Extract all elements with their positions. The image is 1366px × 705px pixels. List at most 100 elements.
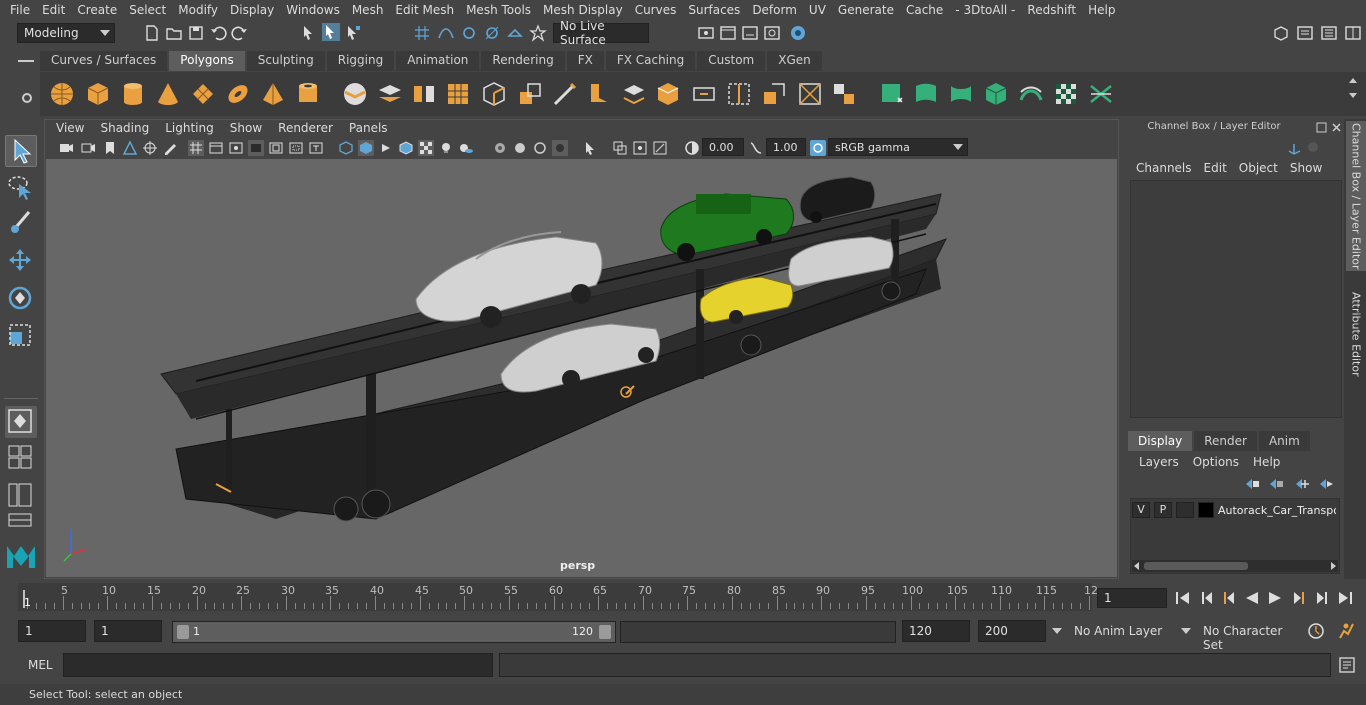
shelf-settings-gear-icon[interactable] xyxy=(20,91,34,105)
exposure-icon[interactable] xyxy=(684,140,700,156)
move-layer-up-icon[interactable] xyxy=(1244,477,1260,491)
menu-edit[interactable]: Edit xyxy=(36,3,71,17)
shelf-tab-curves-surfaces[interactable]: Curves / Surfaces xyxy=(40,51,168,71)
menu-mesh-display[interactable]: Mesh Display xyxy=(537,3,629,17)
play-backwards-icon[interactable] xyxy=(1243,589,1261,607)
poly-cone-icon[interactable] xyxy=(154,80,182,108)
append-polygon-icon[interactable] xyxy=(690,80,718,108)
poly-plane-icon[interactable] xyxy=(189,80,217,108)
bevel-icon[interactable] xyxy=(585,80,613,108)
command-language-label[interactable]: MEL xyxy=(28,658,53,672)
uv-sew-icon[interactable] xyxy=(1087,80,1115,108)
single-perspective-view-button[interactable] xyxy=(5,406,37,438)
collapse-icon[interactable] xyxy=(830,80,858,108)
merge-icon[interactable] xyxy=(760,80,788,108)
snap-grid-icon[interactable] xyxy=(413,24,431,42)
menu-deform[interactable]: Deform xyxy=(746,3,803,17)
live-surface-field[interactable]: No Live Surface xyxy=(553,19,649,47)
outliner-layout-button[interactable] xyxy=(5,480,37,512)
shelf-tab-custom[interactable]: Custom xyxy=(697,51,766,71)
select-hierarchy-icon[interactable] xyxy=(300,24,318,42)
safe-action-icon[interactable] xyxy=(288,140,304,156)
xray-icon[interactable] xyxy=(612,140,628,156)
snap-point-icon[interactable] xyxy=(460,24,478,42)
snap-view-icon[interactable] xyxy=(483,24,501,42)
2d-pan-zoom-icon[interactable] xyxy=(142,140,158,156)
safe-title-icon[interactable] xyxy=(308,140,324,156)
ambient-occlusion-icon[interactable] xyxy=(492,140,508,156)
play-forwards-icon[interactable] xyxy=(1266,589,1284,607)
grease-pencil-icon[interactable] xyxy=(162,140,178,156)
layer-name[interactable]: Autorack_Car_Transpo xyxy=(1218,504,1336,517)
grid-toggle-icon[interactable] xyxy=(188,140,204,156)
layer-tab-display[interactable]: Display xyxy=(1128,431,1193,451)
channel-box-menu-edit[interactable]: Edit xyxy=(1198,161,1233,175)
smooth-icon[interactable] xyxy=(444,80,472,108)
bookmark-icon[interactable] xyxy=(102,140,118,156)
menu-help[interactable]: Help xyxy=(1082,3,1121,17)
color-management-icon[interactable] xyxy=(810,140,826,156)
menu-windows[interactable]: Windows xyxy=(280,3,346,17)
menu-curves[interactable]: Curves xyxy=(629,3,683,17)
shelf-menu-icon[interactable] xyxy=(18,55,34,69)
uv-planar-icon[interactable] xyxy=(878,80,906,108)
workspace-icon[interactable] xyxy=(1272,24,1290,42)
anim-layer-arrow-icon[interactable] xyxy=(1052,628,1062,634)
snap-surface-icon[interactable] xyxy=(506,24,524,42)
menu-surfaces[interactable]: Surfaces xyxy=(682,3,746,17)
snap-curve-icon[interactable] xyxy=(437,24,455,42)
menu-edit-mesh[interactable]: Edit Mesh xyxy=(389,3,460,17)
multi-cut-icon[interactable] xyxy=(551,80,579,108)
new-scene-icon[interactable] xyxy=(143,24,161,42)
layer-menu-help[interactable]: Help xyxy=(1246,455,1287,469)
menu-cache[interactable]: Cache xyxy=(900,3,949,17)
separate-icon[interactable] xyxy=(376,80,404,108)
four-view-button[interactable] xyxy=(5,442,37,474)
layer-color-swatch[interactable] xyxy=(1198,502,1214,518)
step-back-key-icon[interactable] xyxy=(1220,589,1238,607)
shelf-tab-sculpting[interactable]: Sculpting xyxy=(246,51,325,71)
open-scene-icon[interactable] xyxy=(165,24,183,42)
attribute-editor-side-tab[interactable]: Attribute Editor xyxy=(1346,284,1366,384)
isolate-select-icon[interactable] xyxy=(582,140,598,156)
menu-mesh[interactable]: Mesh xyxy=(346,3,390,17)
image-plane-icon[interactable] xyxy=(122,140,138,156)
wireframe-icon[interactable] xyxy=(338,140,354,156)
char-set-arrow-icon[interactable] xyxy=(1181,628,1191,634)
display-layer-row[interactable]: V P Autorack_Car_Transpo xyxy=(1132,501,1338,519)
shelf-tab-animation[interactable]: Animation xyxy=(396,51,480,71)
range-slider[interactable]: 1 120 xyxy=(172,621,616,643)
range-end-handle[interactable] xyxy=(599,625,611,639)
save-scene-icon[interactable] xyxy=(187,24,205,42)
uv-unfold-icon[interactable] xyxy=(1017,80,1045,108)
animation-end-field[interactable]: 200 xyxy=(978,620,1046,642)
depth-of-field-icon[interactable] xyxy=(552,140,568,156)
rotate-tool-button[interactable] xyxy=(5,283,37,315)
anim-layer-dropdown[interactable]: No Anim Layer xyxy=(1070,622,1180,642)
channel-box-side-tab[interactable]: Channel Box / Layer Editor xyxy=(1346,121,1366,271)
step-back-frame-icon[interactable] xyxy=(1198,589,1216,607)
menu-3dtoall[interactable]: - 3DtoAll - xyxy=(949,3,1021,17)
resolution-gate-icon[interactable] xyxy=(228,140,244,156)
view-transform-dropdown[interactable]: sRGB gamma xyxy=(828,138,968,156)
render-settings-icon[interactable] xyxy=(763,24,781,42)
shelf-tab-rendering[interactable]: Rendering xyxy=(481,51,565,71)
menu-modify[interactable]: Modify xyxy=(172,3,224,17)
viewport-menu-view[interactable]: View xyxy=(48,121,92,137)
axis-orient-icon[interactable] xyxy=(1286,140,1302,156)
layer-tab-render[interactable]: Render xyxy=(1194,431,1257,451)
shelf-tab-fx[interactable]: FX xyxy=(566,51,604,71)
gamma-icon[interactable] xyxy=(748,140,764,156)
insert-edge-loop-icon[interactable] xyxy=(725,80,753,108)
channel-box-menu-object[interactable]: Object xyxy=(1233,161,1284,175)
wireframe-on-shaded-icon[interactable] xyxy=(398,140,414,156)
animation-start-field[interactable]: 1 xyxy=(18,620,86,642)
playback-end-field[interactable]: 120 xyxy=(902,620,970,642)
layer-list-hscrollbar[interactable] xyxy=(1132,560,1338,572)
auto-key-icon[interactable] xyxy=(1307,622,1325,640)
poly-pyramid-icon[interactable] xyxy=(259,80,287,108)
ipr-render-icon[interactable] xyxy=(741,24,759,42)
smooth-shade-icon[interactable] xyxy=(358,140,374,156)
layer-display-type-toggle[interactable] xyxy=(1176,502,1194,518)
playback-start-field[interactable]: 1 xyxy=(94,620,162,642)
